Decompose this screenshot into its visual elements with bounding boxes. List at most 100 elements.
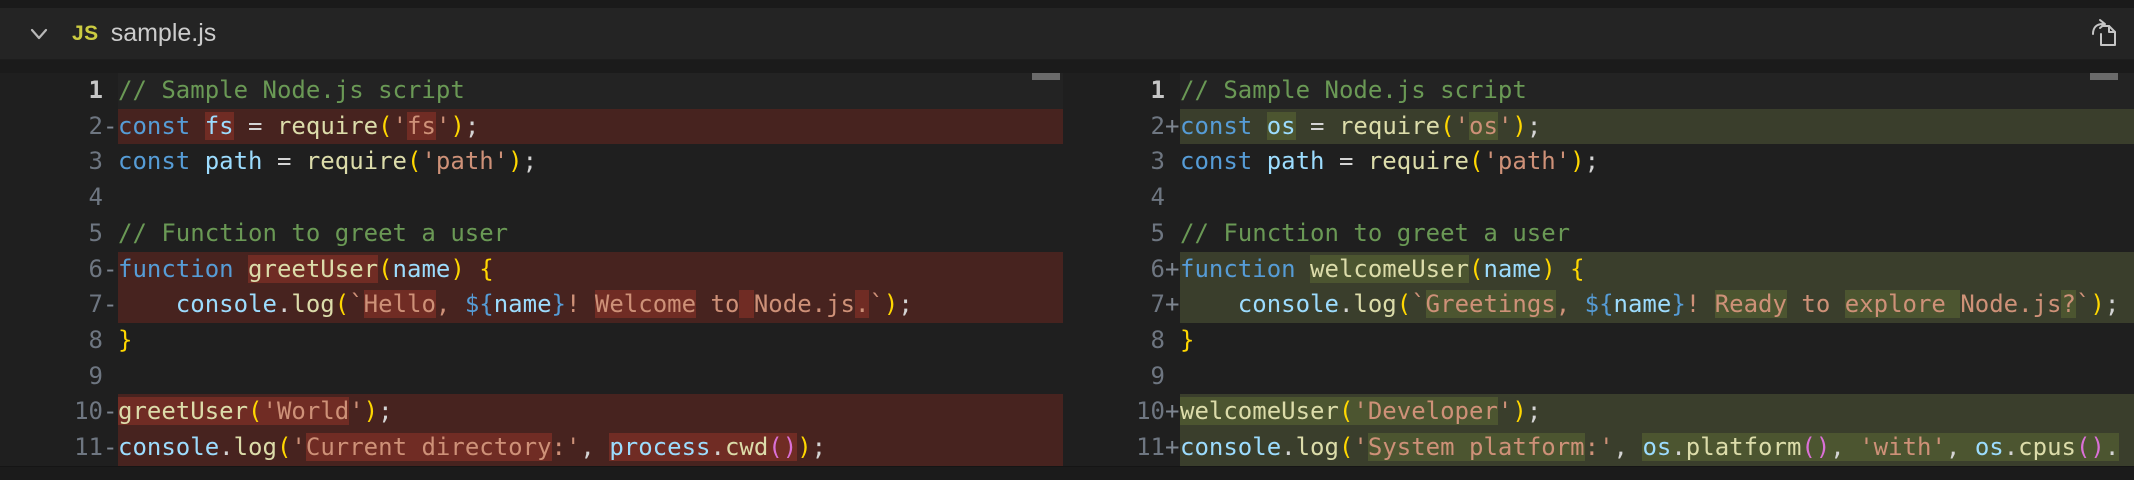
code-line[interactable]: const path = require('path');	[118, 144, 1063, 180]
code-line[interactable]: const path = require('path');	[1180, 144, 2134, 180]
header-code-gap	[0, 60, 2134, 73]
code-line[interactable]	[118, 180, 1063, 216]
diff-row: 5 // Function to greet a user	[1063, 216, 2134, 252]
line-number[interactable]: 3	[1063, 144, 1165, 180]
diff-sign: -	[103, 109, 118, 145]
diff-sign: +	[1165, 430, 1180, 466]
diff-sign: -	[103, 287, 118, 323]
line-number[interactable]: 8	[1063, 323, 1165, 359]
diff-row: 10-greetUser('World');	[0, 394, 1063, 430]
diff-row: 9	[0, 359, 1063, 395]
code-line[interactable]: // Function to greet a user	[118, 216, 1063, 252]
js-file-icon: JS	[72, 22, 99, 46]
code-line[interactable]: const fs = require('fs');	[118, 109, 1063, 145]
line-number[interactable]: 1	[1063, 73, 1165, 109]
diff-code-area: 1// Sample Node.js script2-const fs = re…	[0, 73, 2134, 466]
code-line[interactable]: }	[118, 323, 1063, 359]
diff-row: 3 const path = require('path');	[0, 144, 1063, 180]
code-line[interactable]: }	[1180, 323, 2134, 359]
code-line[interactable]: console.log('System platform:', os.platf…	[1180, 430, 2134, 466]
code-line[interactable]: // Function to greet a user	[1180, 216, 2134, 252]
line-number[interactable]: 4	[0, 180, 103, 216]
diff-sign	[103, 323, 118, 359]
diff-row: 6-function greetUser(name) {	[0, 252, 1063, 288]
diff-row: 8}	[1063, 323, 2134, 359]
go-to-file-button[interactable]	[2088, 17, 2122, 51]
code-line[interactable]: function greetUser(name) {	[118, 252, 1063, 288]
diff-sign: +	[1165, 287, 1180, 323]
code-line[interactable]	[1180, 180, 2134, 216]
diff-sign: -	[103, 252, 118, 288]
diff-row: 2-const fs = require('fs');	[0, 109, 1063, 145]
diff-sign	[1165, 180, 1180, 216]
diff-row: 1 // Sample Node.js script	[1063, 73, 2134, 109]
diff-sign	[103, 216, 118, 252]
diff-row: 6+function welcomeUser(name) {	[1063, 252, 2134, 288]
diff-editor-window: JS sample.js 1// Sample Node.js script2-…	[0, 0, 2134, 480]
line-number[interactable]: 7	[0, 287, 103, 323]
code-line[interactable]: // Sample Node.js script	[1180, 73, 2134, 109]
diff-row: 2+const os = require('os');	[1063, 109, 2134, 145]
diff-pane-original: 1// Sample Node.js script2-const fs = re…	[0, 73, 1063, 466]
line-number[interactable]: 11	[0, 430, 103, 466]
line-number[interactable]: 5	[0, 216, 103, 252]
line-number[interactable]: 10	[1063, 394, 1165, 430]
diff-sign	[1165, 73, 1180, 109]
line-number[interactable]: 2	[1063, 109, 1165, 145]
code-line[interactable]	[118, 359, 1063, 395]
line-number[interactable]: 7	[1063, 287, 1165, 323]
diff-row: 11+console.log('System platform:', os.pl…	[1063, 430, 2134, 466]
diff-row: 1 // Sample Node.js script	[0, 73, 1063, 109]
left-scrollbar[interactable]	[1032, 73, 1060, 80]
diff-pane-modified: 1// Sample Node.js script2+const os = re…	[1063, 73, 2134, 466]
diff-row: 10+welcomeUser('Developer');	[1063, 394, 2134, 430]
code-line[interactable]: welcomeUser('Developer');	[1180, 394, 2134, 430]
code-line[interactable]: console.log(`Greetings, ${name}! Ready t…	[1180, 287, 2134, 323]
diff-row: 3 const path = require('path');	[1063, 144, 2134, 180]
line-number[interactable]: 6	[0, 252, 103, 288]
code-line[interactable]: greetUser('World');	[118, 394, 1063, 430]
line-number[interactable]: 8	[0, 323, 103, 359]
code-line[interactable]	[1180, 359, 2134, 395]
line-number[interactable]: 6	[1063, 252, 1165, 288]
line-number[interactable]: 2	[0, 109, 103, 145]
line-number[interactable]: 1	[0, 73, 103, 109]
diff-sign	[103, 359, 118, 395]
code-line[interactable]: console.log(`Hello, ${name}! Welcome to …	[118, 287, 1063, 323]
line-number[interactable]: 10	[0, 394, 103, 430]
diff-file-header[interactable]: JS sample.js	[0, 8, 2134, 60]
diff-row: 4	[0, 180, 1063, 216]
line-number[interactable]: 3	[0, 144, 103, 180]
code-line[interactable]: // Sample Node.js script	[118, 73, 1063, 109]
diff-row: 7- console.log(`Hello, ${name}! Welcome …	[0, 287, 1063, 323]
diff-sign: +	[1165, 394, 1180, 430]
diff-sign	[103, 180, 118, 216]
diff-sign: -	[103, 430, 118, 466]
diff-row: 5 // Function to greet a user	[0, 216, 1063, 252]
code-line[interactable]: function welcomeUser(name) {	[1180, 252, 2134, 288]
line-number[interactable]: 9	[0, 359, 103, 395]
bottom-strip	[0, 466, 2134, 480]
diff-sign: +	[1165, 109, 1180, 145]
line-number[interactable]: 4	[1063, 180, 1165, 216]
code-line[interactable]: console.log('Current directory:', proces…	[118, 430, 1063, 466]
window-top-strip	[0, 0, 2134, 8]
diff-sign	[1165, 323, 1180, 359]
go-to-file-icon	[2089, 17, 2121, 49]
file-title: sample.js	[111, 19, 217, 48]
right-scrollbar[interactable]	[2090, 73, 2118, 80]
chevron-down-icon[interactable]	[26, 21, 52, 47]
diff-sign	[1165, 144, 1180, 180]
diff-sign	[103, 144, 118, 180]
line-number[interactable]: 11	[1063, 430, 1165, 466]
line-number[interactable]: 5	[1063, 216, 1165, 252]
diff-row: 7+ console.log(`Greetings, ${name}! Read…	[1063, 287, 2134, 323]
code-line[interactable]: const os = require('os');	[1180, 109, 2134, 145]
diff-sign	[1165, 359, 1180, 395]
diff-row: 4	[1063, 180, 2134, 216]
diff-row: 9	[1063, 359, 2134, 395]
diff-row: 11-console.log('Current directory:', pro…	[0, 430, 1063, 466]
diff-sign: +	[1165, 252, 1180, 288]
line-number[interactable]: 9	[1063, 359, 1165, 395]
diff-sign	[1165, 216, 1180, 252]
